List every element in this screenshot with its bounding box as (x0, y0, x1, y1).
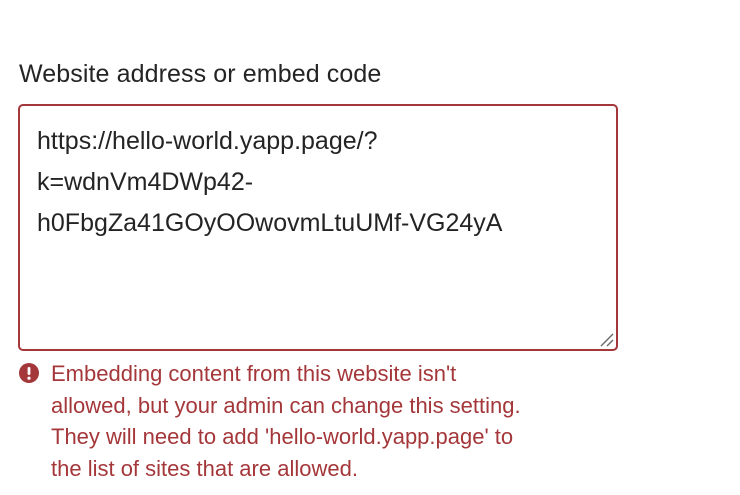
error-text: Embedding content from this website isn'… (51, 361, 521, 481)
textarea-value[interactable]: https://hello-world.yapp.page/? k=wdnVm4… (37, 121, 597, 244)
field-label: Website address or embed code (19, 60, 382, 88)
embed-code-textarea[interactable]: https://hello-world.yapp.page/? k=wdnVm4… (18, 104, 618, 351)
exclamation-circle-icon (19, 363, 39, 383)
resize-handle-icon[interactable] (598, 331, 614, 347)
